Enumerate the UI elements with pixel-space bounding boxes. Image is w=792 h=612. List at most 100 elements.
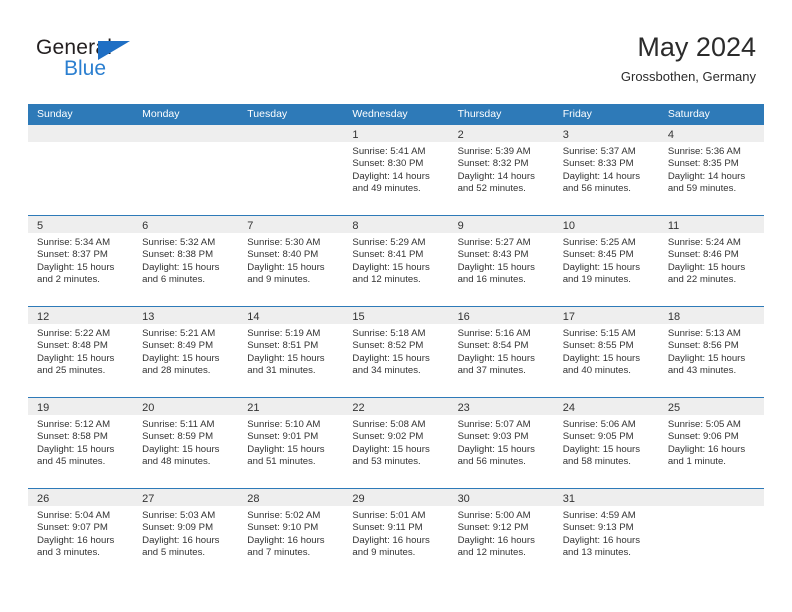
daylight-text-line2: and 7 minutes. xyxy=(247,547,311,559)
day-cell[interactable]: 9 Sunrise: 5:27 AM Sunset: 8:43 PM Dayli… xyxy=(448,216,554,306)
general-blue-logo[interactable]: General Blue xyxy=(36,36,156,84)
day-cell-header: 26 xyxy=(28,489,134,506)
day-cell-body: Sunrise: 5:25 AM Sunset: 8:45 PM Dayligh… xyxy=(554,233,659,287)
sunset-text: Sunset: 8:55 PM xyxy=(562,340,634,352)
day-cell-body: Sunrise: 5:30 AM Sunset: 8:40 PM Dayligh… xyxy=(238,233,343,287)
sunset-text: Sunset: 9:12 PM xyxy=(457,522,529,534)
daylight-text-line1: Daylight: 14 hours xyxy=(457,170,535,182)
day-cell[interactable] xyxy=(238,125,344,215)
day-cell-header xyxy=(133,125,239,142)
day-number: 31 xyxy=(562,493,575,505)
daylight-text-line2: and 25 minutes. xyxy=(37,365,106,377)
day-cell[interactable]: 27 Sunrise: 5:03 AM Sunset: 9:09 PM Dayl… xyxy=(133,489,239,579)
daylight-text-line1: Daylight: 15 hours xyxy=(142,352,220,364)
day-cell-header: 20 xyxy=(133,398,239,415)
day-cell[interactable]: 16 Sunrise: 5:16 AM Sunset: 8:54 PM Dayl… xyxy=(448,307,554,397)
sunset-text: Sunset: 8:51 PM xyxy=(247,340,319,352)
weekday-header-tuesday: Tuesday xyxy=(247,108,288,120)
daylight-text-line2: and 53 minutes. xyxy=(352,456,421,468)
sunrise-text: Sunrise: 5:06 AM xyxy=(562,419,636,430)
daylight-text-line2: and 48 minutes. xyxy=(142,456,211,468)
sunrise-text: Sunrise: 5:29 AM xyxy=(352,237,426,248)
daylight-text-line1: Daylight: 15 hours xyxy=(562,352,641,364)
day-cell[interactable]: 29 Sunrise: 5:01 AM Sunset: 9:11 PM Dayl… xyxy=(343,489,449,579)
weekday-header-saturday: Saturday xyxy=(667,108,710,120)
day-cell[interactable]: 15 Sunrise: 5:18 AM Sunset: 8:52 PM Dayl… xyxy=(343,307,449,397)
daylight-text-line1: Daylight: 16 hours xyxy=(457,534,535,546)
day-cell-body: Sunrise: 5:16 AM Sunset: 8:54 PM Dayligh… xyxy=(449,324,554,378)
day-cell[interactable]: 30 Sunrise: 5:00 AM Sunset: 9:12 PM Dayl… xyxy=(448,489,554,579)
daylight-text-line2: and 51 minutes. xyxy=(247,456,316,468)
day-cell-body: Sunrise: 5:08 AM Sunset: 9:02 PM Dayligh… xyxy=(343,415,448,469)
sunset-text: Sunset: 8:59 PM xyxy=(142,431,214,443)
day-cell[interactable]: 10 Sunrise: 5:25 AM Sunset: 8:45 PM Dayl… xyxy=(553,216,659,306)
daylight-text-line1: Daylight: 15 hours xyxy=(562,443,641,455)
day-cell[interactable]: 14 Sunrise: 5:19 AM Sunset: 8:51 PM Dayl… xyxy=(238,307,344,397)
day-cell-header: 7 xyxy=(238,216,344,233)
daylight-text-line2: and 9 minutes. xyxy=(352,547,416,559)
daylight-text-line2: and 37 minutes. xyxy=(457,365,526,377)
day-cell[interactable]: 12 Sunrise: 5:22 AM Sunset: 8:48 PM Dayl… xyxy=(28,307,134,397)
sunset-text: Sunset: 8:35 PM xyxy=(667,158,739,170)
day-cell-body: Sunrise: 5:05 AM Sunset: 9:06 PM Dayligh… xyxy=(659,415,764,469)
day-cell[interactable] xyxy=(133,125,239,215)
daylight-text-line1: Daylight: 15 hours xyxy=(247,261,325,273)
day-cell-header: 2 xyxy=(448,125,554,142)
day-cell[interactable]: 2 Sunrise: 5:39 AM Sunset: 8:32 PM Dayli… xyxy=(448,125,554,215)
weekday-header-sunday: Sunday xyxy=(37,108,73,120)
daylight-text-line1: Daylight: 15 hours xyxy=(142,261,220,273)
day-cell[interactable]: 18 Sunrise: 5:13 AM Sunset: 8:56 PM Dayl… xyxy=(658,307,764,397)
sunrise-text: Sunrise: 5:24 AM xyxy=(667,237,741,248)
weekday-header-monday: Monday xyxy=(142,108,180,120)
day-cell-body: Sunrise: 5:39 AM Sunset: 8:32 PM Dayligh… xyxy=(449,142,554,196)
daylight-text-line2: and 6 minutes. xyxy=(142,274,206,286)
day-number: 17 xyxy=(562,311,575,323)
day-cell[interactable]: 31 Sunrise: 4:59 AM Sunset: 9:13 PM Dayl… xyxy=(553,489,659,579)
day-cell[interactable] xyxy=(658,489,764,579)
day-cell[interactable]: 28 Sunrise: 5:02 AM Sunset: 9:10 PM Dayl… xyxy=(238,489,344,579)
daylight-text-line1: Daylight: 15 hours xyxy=(457,443,535,455)
day-cell[interactable]: 26 Sunrise: 5:04 AM Sunset: 9:07 PM Dayl… xyxy=(28,489,134,579)
day-cell[interactable]: 21 Sunrise: 5:10 AM Sunset: 9:01 PM Dayl… xyxy=(238,398,344,488)
day-cell-header: 15 xyxy=(343,307,449,324)
daylight-text-line2: and 28 minutes. xyxy=(142,365,211,377)
day-cell[interactable]: 6 Sunrise: 5:32 AM Sunset: 8:38 PM Dayli… xyxy=(133,216,239,306)
day-cell-body: Sunrise: 5:03 AM Sunset: 9:09 PM Dayligh… xyxy=(133,506,238,560)
sunset-text: Sunset: 8:41 PM xyxy=(352,249,424,261)
day-cell[interactable] xyxy=(28,125,134,215)
day-cell[interactable]: 3 Sunrise: 5:37 AM Sunset: 8:33 PM Dayli… xyxy=(553,125,659,215)
day-cell[interactable]: 8 Sunrise: 5:29 AM Sunset: 8:41 PM Dayli… xyxy=(343,216,449,306)
day-cell[interactable]: 20 Sunrise: 5:11 AM Sunset: 8:59 PM Dayl… xyxy=(133,398,239,488)
day-cell[interactable]: 17 Sunrise: 5:15 AM Sunset: 8:55 PM Dayl… xyxy=(553,307,659,397)
daylight-text-line1: Daylight: 15 hours xyxy=(247,352,325,364)
sunset-text: Sunset: 8:33 PM xyxy=(562,158,634,170)
day-cell[interactable]: 7 Sunrise: 5:30 AM Sunset: 8:40 PM Dayli… xyxy=(238,216,344,306)
sunrise-text: Sunrise: 5:10 AM xyxy=(247,419,321,430)
weekday-header-thursday: Thursday xyxy=(457,108,502,120)
sunset-text: Sunset: 8:37 PM xyxy=(37,249,108,261)
day-cell[interactable]: 22 Sunrise: 5:08 AM Sunset: 9:02 PM Dayl… xyxy=(343,398,449,488)
sunrise-text: Sunrise: 5:04 AM xyxy=(37,510,111,521)
day-cell[interactable]: 23 Sunrise: 5:07 AM Sunset: 9:03 PM Dayl… xyxy=(448,398,554,488)
day-cell[interactable]: 13 Sunrise: 5:21 AM Sunset: 8:49 PM Dayl… xyxy=(133,307,239,397)
calendar-week-row: 19 Sunrise: 5:12 AM Sunset: 8:58 PM Dayl… xyxy=(28,397,764,488)
day-cell-body: Sunrise: 5:36 AM Sunset: 8:35 PM Dayligh… xyxy=(659,142,764,196)
day-cell[interactable]: 24 Sunrise: 5:06 AM Sunset: 9:05 PM Dayl… xyxy=(553,398,659,488)
day-number: 23 xyxy=(457,402,470,414)
sunset-text: Sunset: 8:52 PM xyxy=(352,340,424,352)
day-cell-body: Sunrise: 5:37 AM Sunset: 8:33 PM Dayligh… xyxy=(554,142,659,196)
day-cell[interactable]: 25 Sunrise: 5:05 AM Sunset: 9:06 PM Dayl… xyxy=(658,398,764,488)
sunrise-text: Sunrise: 5:22 AM xyxy=(37,328,111,339)
sunrise-text: Sunrise: 4:59 AM xyxy=(562,510,636,521)
day-cell-body: Sunrise: 5:13 AM Sunset: 8:56 PM Dayligh… xyxy=(659,324,764,378)
sunset-text: Sunset: 8:43 PM xyxy=(457,249,529,261)
daylight-text-line1: Daylight: 15 hours xyxy=(562,261,641,273)
day-number: 19 xyxy=(37,402,50,414)
day-cell[interactable]: 1 Sunrise: 5:41 AM Sunset: 8:30 PM Dayli… xyxy=(343,125,449,215)
day-cell[interactable]: 4 Sunrise: 5:36 AM Sunset: 8:35 PM Dayli… xyxy=(658,125,764,215)
day-cell[interactable]: 11 Sunrise: 5:24 AM Sunset: 8:46 PM Dayl… xyxy=(658,216,764,306)
day-cell[interactable]: 5 Sunrise: 5:34 AM Sunset: 8:37 PM Dayli… xyxy=(28,216,134,306)
sunrise-text: Sunrise: 5:18 AM xyxy=(352,328,426,339)
day-cell-body xyxy=(28,142,133,146)
day-cell[interactable]: 19 Sunrise: 5:12 AM Sunset: 8:58 PM Dayl… xyxy=(28,398,134,488)
